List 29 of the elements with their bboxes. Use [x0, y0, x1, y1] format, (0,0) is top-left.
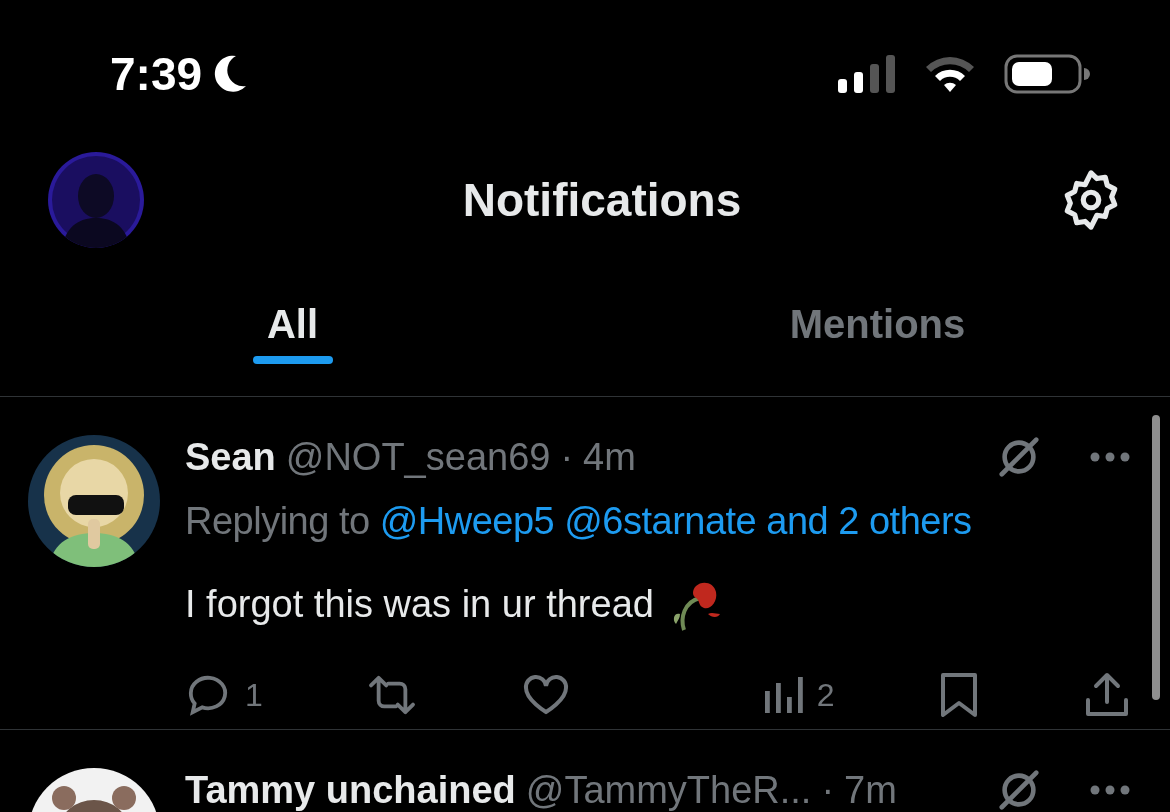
- more-icon[interactable]: [1090, 785, 1130, 795]
- reply-targets-link[interactable]: @Hweep5 @6starnate and 2 others: [379, 500, 972, 542]
- post-time: 7m: [844, 767, 897, 812]
- more-icon[interactable]: [1090, 452, 1130, 462]
- signal-icon: [838, 55, 896, 93]
- author-name[interactable]: Tammy unchained: [185, 761, 516, 812]
- bookmark-icon[interactable]: [939, 673, 980, 717]
- battery-icon: [1004, 54, 1090, 94]
- bar-chart-icon[interactable]: [764, 677, 803, 713]
- views-count: 2: [816, 676, 835, 715]
- repost-icon[interactable]: [367, 674, 418, 716]
- post-time: 4m: [583, 434, 636, 480]
- page-title: Notifications: [462, 172, 742, 228]
- tab[interactable]: All: [0, 252, 585, 396]
- reply-context: Replying to @Hweep5 @6starnate and 2 others: [185, 499, 973, 544]
- author-handle: @NOT_sean69: [285, 434, 551, 480]
- post-text: I forgot this was in ur thread: [185, 582, 654, 627]
- wifi-icon: [924, 55, 976, 93]
- status-time: 7:39: [110, 46, 203, 102]
- tab[interactable]: Mentions: [585, 252, 1170, 396]
- heart-icon[interactable]: [522, 674, 571, 716]
- slashed-circle-icon[interactable]: [996, 434, 1042, 480]
- slashed-circle-icon[interactable]: [996, 767, 1042, 812]
- separator-dot: ·: [821, 767, 835, 812]
- author-name[interactable]: Sean: [185, 428, 276, 486]
- reply-count: 1: [245, 676, 263, 715]
- share-icon[interactable]: [1083, 672, 1130, 718]
- separator-dot: ·: [560, 434, 574, 480]
- author-handle: @TammyTheR...: [525, 767, 812, 812]
